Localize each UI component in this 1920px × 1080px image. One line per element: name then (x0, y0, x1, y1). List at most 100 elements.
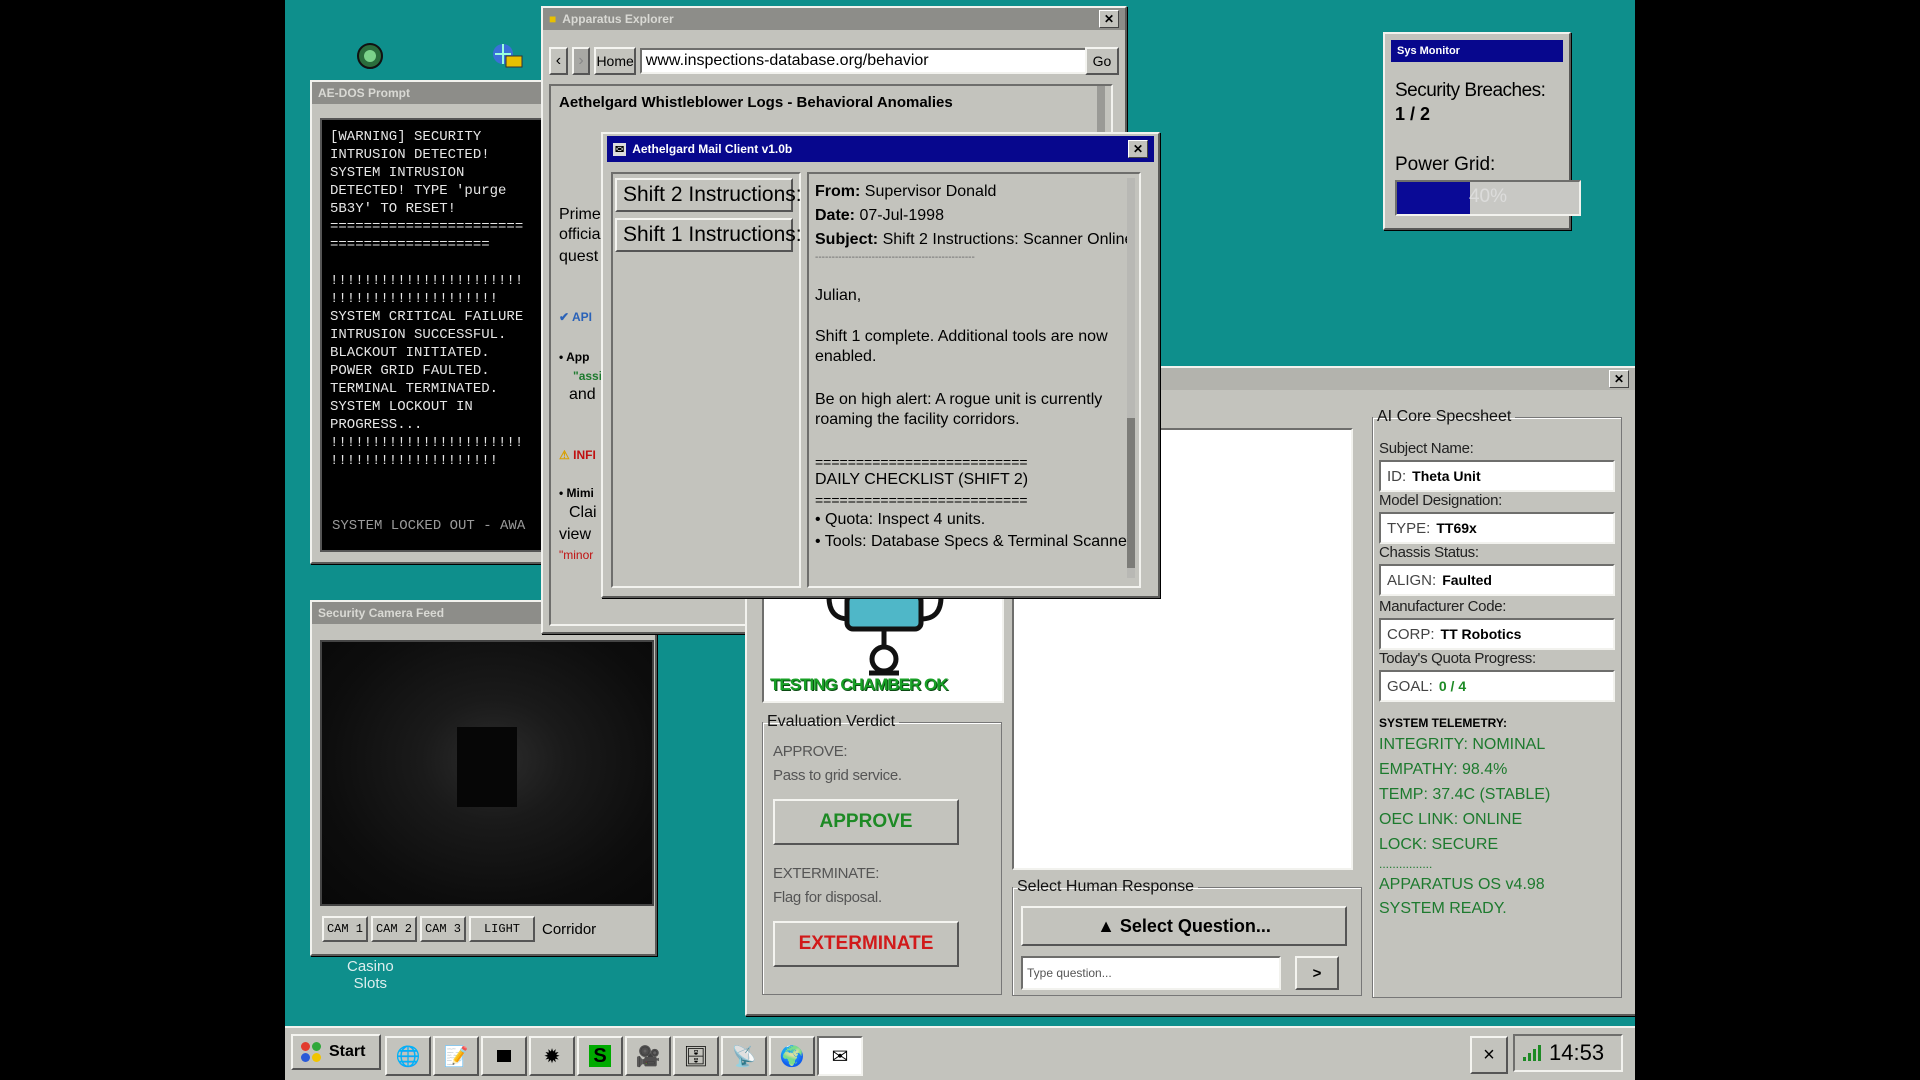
sysmon-title: Sys Monitor (1397, 45, 1460, 57)
verdict-legend: Evaluation Verdict (767, 713, 896, 730)
terminal-output: [WARNING] SECURITY INTRUSION DETECTED! S… (330, 129, 524, 469)
taskbar-close-button[interactable]: × (1470, 1036, 1508, 1074)
mail-app-icon[interactable]: ✉ (817, 1036, 863, 1076)
message-rule2: ========================== (815, 492, 1028, 508)
terminal-app-icon[interactable] (481, 1036, 527, 1076)
approve-button[interactable]: APPROVE (773, 799, 959, 845)
windows-logo-icon (301, 1042, 321, 1062)
clock: 14:53 (1549, 1040, 1605, 1065)
go-button[interactable]: Go (1085, 47, 1119, 75)
mail-titlebar[interactable]: ✉ Aethelgard Mail Client v1.0b ✕ (607, 136, 1154, 162)
bullet-icon: • (559, 350, 564, 364)
robot-icon (826, 592, 944, 676)
send-button[interactable]: > (1295, 956, 1339, 990)
subject-label: Subject: (815, 231, 879, 248)
page-frag-minor: "minor (559, 548, 594, 562)
network-globe-icon[interactable] (490, 42, 524, 70)
camera-controls: CAM 1 CAM 2 CAM 3 LIGHT Corridor (322, 916, 596, 942)
message-rule1: ========================== (815, 454, 1028, 470)
network-app-icon[interactable]: 🌍 (769, 1036, 815, 1076)
explorer-titlebar[interactable]: ■ Apparatus Explorer ✕ (543, 8, 1125, 30)
telemetry-temp: TEMP: 37.4C (STABLE) (1379, 786, 1551, 803)
mail-window[interactable]: ✉ Aethelgard Mail Client v1.0b ✕ Shift 2… (601, 132, 1160, 598)
select-question-button[interactable]: ▲ Select Question... (1021, 906, 1347, 946)
forward-button[interactable]: › (571, 47, 591, 75)
mail-title: Aethelgard Mail Client v1.0b (632, 142, 793, 156)
mail-envelope-icon: ✉ (613, 142, 627, 156)
folder-shift1[interactable]: Shift 1 Instructions: (615, 218, 802, 252)
message-divider: ----------------------------------------… (815, 252, 975, 263)
mail-scrollbar-thumb[interactable] (1127, 418, 1135, 568)
goal-field: GOAL: 0 / 4 (1379, 670, 1615, 702)
page-frag-clai: Clai (569, 504, 597, 521)
question-placeholder: Type question... (1027, 966, 1112, 980)
folder-icon: ■ (549, 12, 557, 26)
start-button[interactable]: Start (291, 1034, 381, 1070)
chamber-status: TESTING CHAMBER OK (770, 675, 948, 694)
globe-app-icon[interactable]: 🌐 (385, 1036, 431, 1076)
sysmon-titlebar[interactable]: Sys Monitor (1391, 40, 1563, 62)
light-button[interactable]: LIGHT (469, 916, 535, 942)
power-bar: 40% (1395, 180, 1581, 216)
camera-location: Corridor (542, 920, 597, 938)
exterminate-button[interactable]: EXTERMINATE (773, 921, 959, 967)
terminal-screen[interactable]: [WARNING] SECURITY INTRUSION DETECTED! S… (320, 118, 564, 552)
message-p2: Be on high alert: A rogue unit is curren… (815, 391, 1103, 428)
subject-name-label: Subject Name: (1379, 440, 1474, 457)
corp-field: CORP: TT Robotics (1379, 618, 1615, 650)
page-frag-and: and (569, 386, 596, 403)
page-frag-mimi: • Mimi (559, 486, 594, 500)
url-bar[interactable]: www.inspections-database.org/behavior (639, 48, 1119, 74)
home-button[interactable]: Home (594, 47, 636, 75)
date-label: Date: (815, 207, 856, 224)
settings-app-icon[interactable]: ✹ (529, 1036, 575, 1076)
message-p1: Shift 1 complete. Additional tools are n… (815, 328, 1108, 365)
camera-app-icon[interactable]: 🎥 (625, 1036, 671, 1076)
page-heading: Aethelgard Whistleblower Logs - Behavior… (559, 94, 953, 111)
page-frag-quest: quest (559, 248, 599, 265)
folder-shift2[interactable]: Shift 2 Instructions: (615, 178, 802, 212)
type-prefix: TYPE: (1387, 519, 1431, 537)
cam3-button[interactable]: CAM 3 (420, 916, 466, 942)
explorer-close-button[interactable]: ✕ (1099, 10, 1119, 28)
telemetry-oec-link: OEC LINK: ONLINE (1379, 811, 1523, 828)
slots-app-icon[interactable]: S (577, 1036, 623, 1076)
page-frag-api: ✔ API (559, 310, 592, 324)
corp-prefix: CORP: (1387, 625, 1435, 643)
scanner-app-icon[interactable]: 📡 (721, 1036, 767, 1076)
exterminate-desc: Flag for disposal. (773, 889, 882, 906)
green-globe-icon[interactable] (353, 42, 387, 70)
camera-window[interactable]: Security Camera Feed CAM 1 CAM 2 CAM 3 L… (310, 600, 657, 956)
mail-close-button[interactable]: ✕ (1128, 140, 1148, 158)
cam2-button[interactable]: CAM 2 (371, 916, 417, 942)
notes-app-icon[interactable]: 📝 (433, 1036, 479, 1076)
os-version: APPARATUS OS v4.98 (1379, 876, 1545, 893)
from-label: From: (815, 183, 861, 200)
sysmon-window[interactable]: Sys Monitor Security Breaches: 1 / 2 Pow… (1383, 32, 1581, 230)
type-value: TT69x (1436, 520, 1477, 536)
camera-title: Security Camera Feed (318, 606, 445, 620)
page-frag-inf: ⚠ INFI (559, 448, 596, 462)
mail-scrollbar[interactable] (1127, 178, 1135, 578)
cam1-button[interactable]: CAM 1 (322, 916, 368, 942)
align-field: ALIGN: Faulted (1379, 564, 1615, 596)
telemetry-integrity: INTEGRITY: NOMINAL (1379, 736, 1546, 753)
page-frag-app-text: App (566, 350, 590, 364)
page-frag-assi: "assi (573, 369, 603, 383)
back-button[interactable]: ‹ (549, 47, 568, 75)
checklist-title: DAILY CHECKLIST (SHIFT 2) (815, 471, 1029, 488)
message-date: Date: 07-Jul-1998 (815, 206, 944, 226)
inspection-close-button[interactable]: ✕ (1609, 370, 1629, 388)
dos-titlebar[interactable]: AE-DOS Prompt (312, 82, 552, 104)
page-frag-inf-text: INFI (573, 448, 596, 462)
message-subject: Subject: Shift 2 Instructions: Scanner O… (815, 230, 1133, 250)
manufacturer-label: Manufacturer Code: (1379, 598, 1507, 615)
database-app-icon[interactable]: 🗄 (673, 1036, 719, 1076)
question-input[interactable]: Type question... (1021, 956, 1281, 990)
check-icon: ✔ (559, 310, 570, 324)
folder-shift1-label: Shift 1 Instructions: (623, 223, 802, 246)
terminal-status-line: SYSTEM LOCKED OUT - AWA (332, 518, 526, 534)
page-frag-app: • App (559, 350, 589, 364)
casino-slots-label[interactable]: Casino Slots (347, 958, 394, 992)
dos-window[interactable]: AE-DOS Prompt [WARNING] SECURITY INTRUSI… (310, 80, 564, 564)
